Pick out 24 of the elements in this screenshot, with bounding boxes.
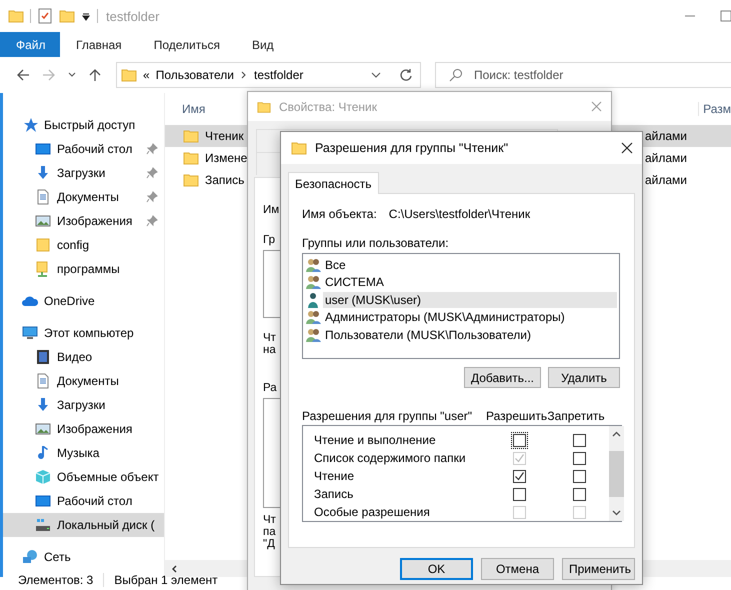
dialog-title: Разрешения для группы "Чтеник" — [315, 141, 508, 155]
text-fragment: Чт — [263, 332, 276, 344]
window-title: testfolder — [106, 8, 160, 24]
column-header: Разрешить — [486, 409, 546, 423]
text-fragment: па — [263, 526, 276, 538]
text-fragment: на — [263, 344, 276, 356]
groups-label: Группы или пользователи: — [302, 236, 450, 250]
selection-info: Выбран 1 элемент — [114, 573, 218, 587]
object-name-label: Имя объекта: — [302, 207, 377, 221]
permission-name: Особые разрешения — [313, 505, 431, 519]
text-fragment: Чт — [263, 514, 276, 526]
text-fragment: Ра — [263, 382, 277, 394]
permission-name: Чтение — [313, 469, 356, 483]
permission-name: Список содержимого папки — [313, 451, 467, 465]
text-fragment: Гр — [263, 234, 275, 246]
item-count: Элементов: 3 — [18, 573, 94, 587]
column-header: Запретить — [546, 409, 606, 423]
text-fragment: "Д — [263, 538, 275, 550]
permissions-label: Разрешения для группы "user" — [302, 409, 474, 423]
permission-name: Запись — [313, 487, 354, 501]
object-path: C:\Users\testfolder\Чтеник — [388, 207, 530, 221]
dialog-title: Свойства: Чтеник — [279, 100, 377, 114]
text-fragment: Им — [263, 204, 280, 216]
permission-name: Чтение и выполнение — [313, 433, 437, 447]
